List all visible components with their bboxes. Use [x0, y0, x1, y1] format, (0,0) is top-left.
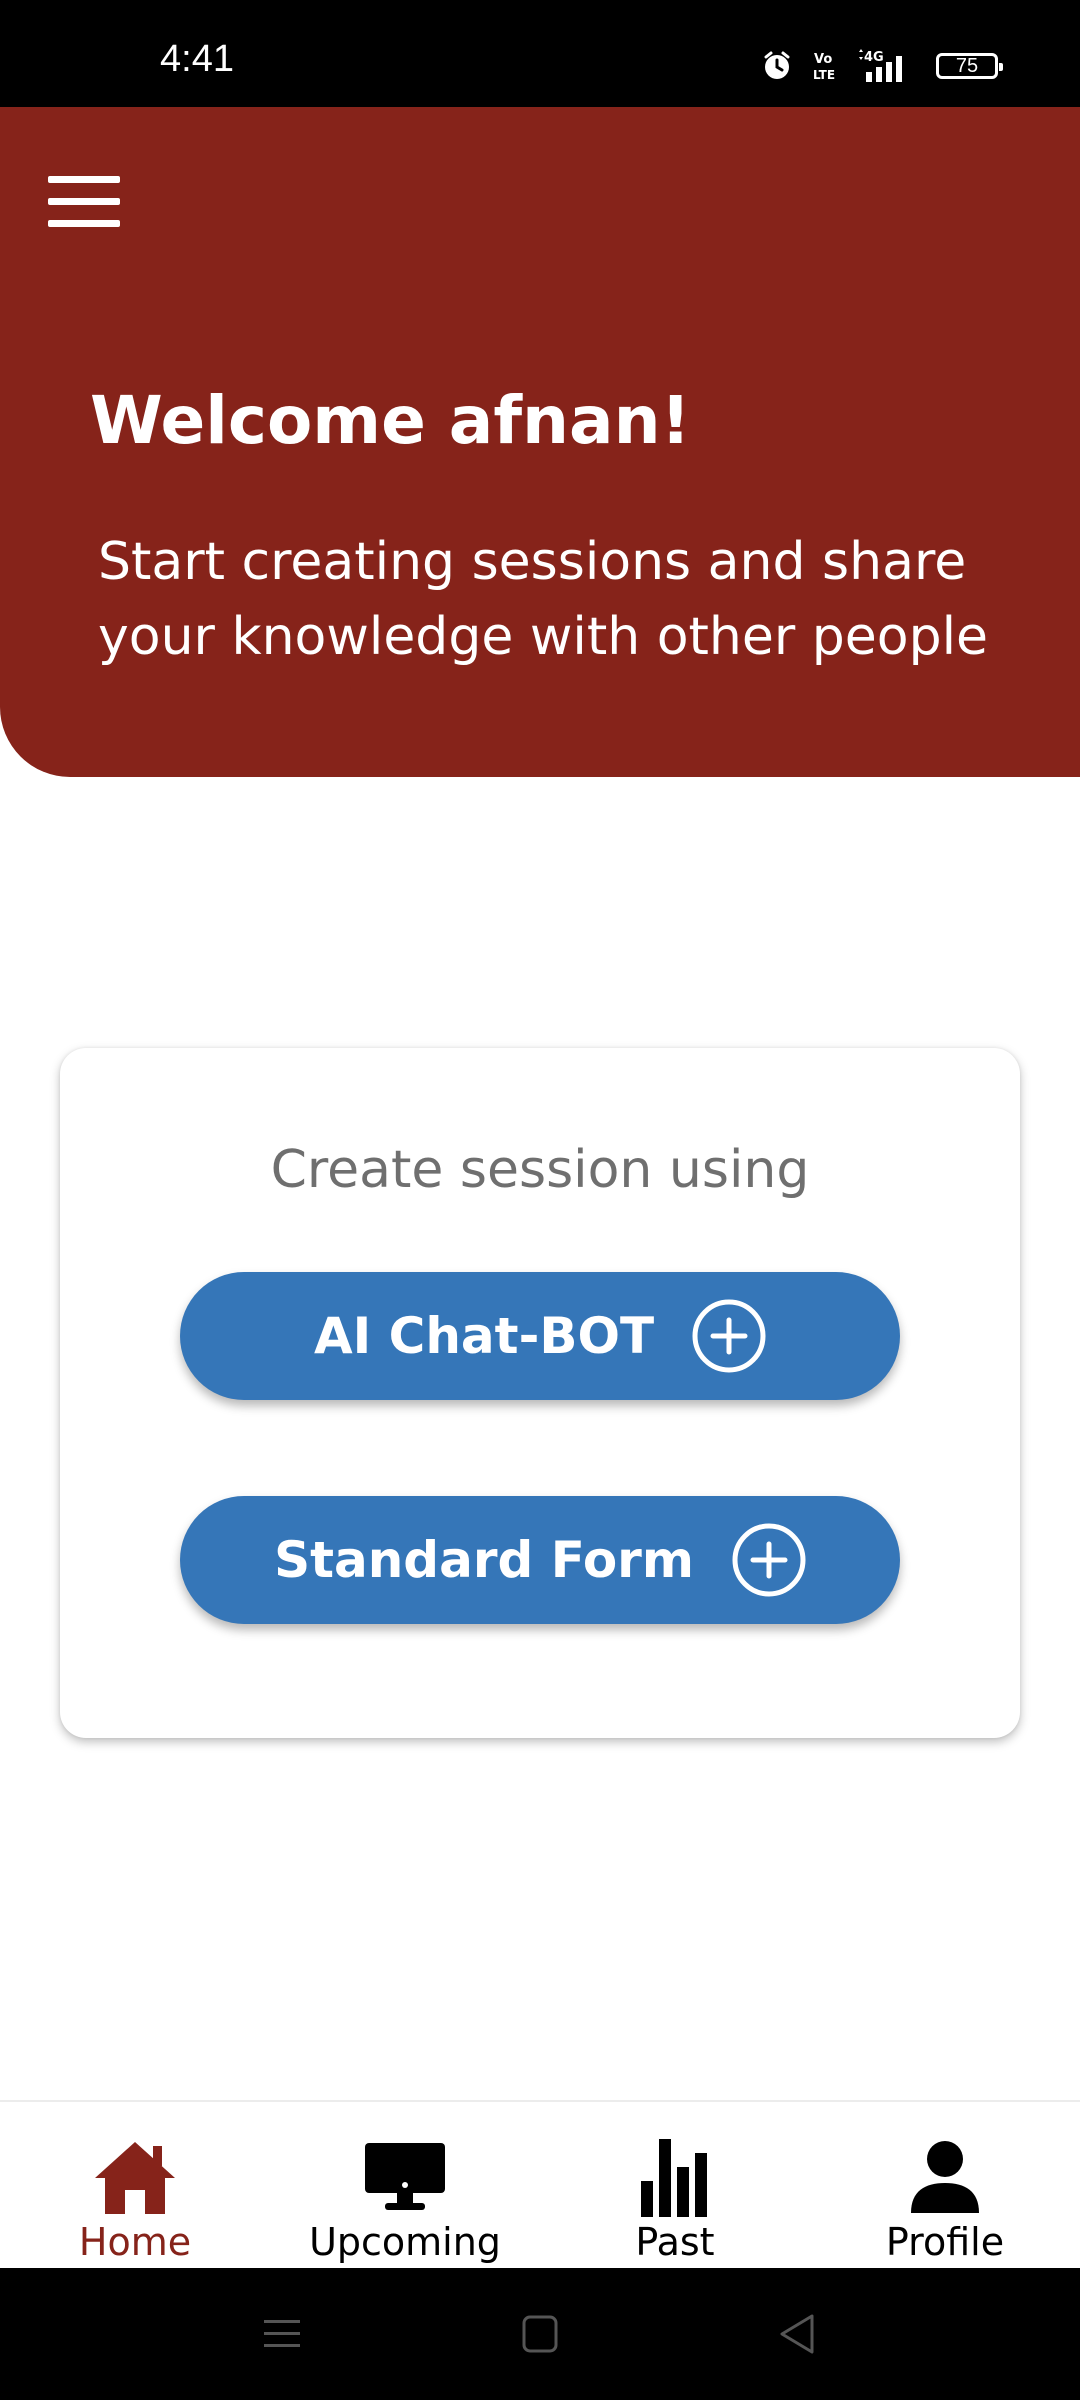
status-icons: Vo LTE 4G 75	[760, 48, 1003, 84]
nav-item-upcoming[interactable]: Upcoming	[270, 2102, 540, 2270]
nav-item-home[interactable]: Home	[0, 2102, 270, 2270]
nav-label-upcoming: Upcoming	[309, 2220, 501, 2264]
status-bar: 4:41 Vo LTE 4G 75	[0, 0, 1080, 107]
system-navigation-bar	[0, 2268, 1080, 2400]
welcome-header: Welcome afnan! Start creating sessions a…	[0, 107, 1080, 777]
standard-form-button[interactable]: Standard Form	[180, 1496, 900, 1624]
svg-text:Vo: Vo	[814, 52, 832, 67]
home-square-icon[interactable]	[510, 2308, 570, 2360]
hamburger-menu-icon[interactable]	[40, 162, 130, 242]
home-icon	[90, 2132, 180, 2222]
nav-item-profile[interactable]: Profile	[810, 2102, 1080, 2270]
welcome-subtitle: Start creating sessions and share your k…	[98, 532, 989, 668]
standard-form-button-label: Standard Form	[274, 1531, 694, 1589]
bar-chart-icon	[630, 2132, 720, 2222]
nav-label-home: Home	[78, 2220, 192, 2264]
monitor-icon	[360, 2132, 450, 2222]
plus-circle-icon	[732, 1523, 806, 1597]
ai-chatbot-button[interactable]: AI Chat-BOT	[180, 1272, 900, 1400]
card-title: Create session using	[270, 1140, 810, 1200]
svg-text:4G: 4G	[864, 50, 884, 65]
plus-circle-icon	[692, 1299, 766, 1373]
battery-icon: 75	[936, 53, 1003, 79]
nav-label-past: Past	[635, 2220, 715, 2264]
back-triangle-icon[interactable]	[768, 2308, 828, 2360]
screen: 4:41 Vo LTE 4G 75 Welcome afnan! Start c…	[0, 0, 1080, 2400]
create-session-card: Create session using AI Chat-BOT Standar…	[60, 1048, 1020, 1738]
bottom-navigation: Home Upcoming Past Profile	[0, 2100, 1080, 2268]
recents-icon[interactable]	[252, 2308, 312, 2360]
welcome-title: Welcome afnan!	[90, 382, 691, 459]
ai-chatbot-button-label: AI Chat-BOT	[313, 1307, 655, 1365]
status-time: 4:41	[160, 38, 234, 80]
signal-4g-icon: 4G	[856, 48, 918, 84]
svg-text:LTE: LTE	[813, 68, 835, 82]
nav-label-profile: Profile	[885, 2220, 1005, 2264]
alarm-icon	[760, 49, 794, 83]
volte-icon: Vo LTE	[812, 49, 838, 83]
person-icon	[900, 2132, 990, 2222]
nav-item-past[interactable]: Past	[540, 2102, 810, 2270]
